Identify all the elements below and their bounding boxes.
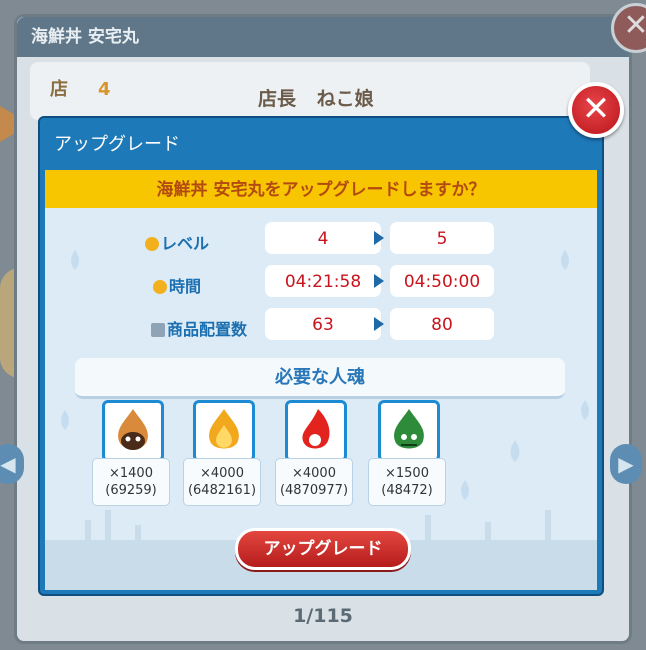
upgrade-button[interactable]: アップグレード [235, 528, 411, 570]
soul-owned-amount: (6482161) [187, 483, 257, 498]
time-label: 時間 [153, 273, 201, 297]
display-count-next-value: 80 [390, 308, 494, 340]
dialog-body: 海鮮丼 安宅丸をアップグレードしますか？ レベル 4 5 時間 04:21:58… [45, 170, 597, 590]
arrow-right-icon [374, 317, 384, 331]
shop-manager: 店長 ねこ娘 [258, 84, 374, 111]
level-current-value: 4 [265, 222, 381, 254]
shop-level-label: 店 [50, 79, 68, 100]
close-icon: ✕ [623, 8, 646, 43]
green-soul-icon [378, 400, 440, 462]
page-indicator: 1/115 [293, 605, 353, 627]
soul-owned-amount: (48472) [381, 483, 433, 498]
shop-level-value: 4 [98, 79, 111, 100]
soul-amount-card: ×1500 (48472) [368, 458, 446, 506]
chevron-left-icon: ◀ [0, 452, 16, 476]
dialog-title: アップグレード [54, 134, 180, 155]
manager-label: 店長 [258, 88, 297, 110]
upgrade-dialog: アップグレード 海鮮丼 安宅丸をアップグレードしますか？ レベル 4 5 時間 … [38, 116, 604, 596]
arrow-right-icon [374, 274, 384, 288]
soul-required-amount: ×1500 [385, 466, 429, 481]
soul-owned-amount: (4870977) [279, 483, 349, 498]
red-soul-icon [285, 400, 347, 462]
required-souls-header: 必要な人魂 [75, 358, 565, 399]
time-current-value: 04:21:58 [265, 265, 381, 297]
next-shop-button[interactable]: ▶ [610, 444, 642, 484]
yellow-soul-icon [193, 400, 255, 462]
shop-title: 海鮮丼 安宅丸 [17, 17, 629, 57]
dialog-close-button[interactable]: ✕ [568, 82, 624, 138]
stack-icon [151, 323, 165, 337]
display-count-current-value: 63 [265, 308, 381, 340]
prev-shop-button[interactable]: ◀ [0, 444, 24, 484]
soul-amount-card: ×4000 (6482161) [183, 458, 261, 506]
level-icon [145, 237, 159, 251]
soul-amount-card: ×1400 (69259) [92, 458, 170, 506]
level-label: レベル [145, 230, 209, 254]
upgrade-question-banner: 海鮮丼 安宅丸をアップグレードしますか？ [45, 170, 597, 208]
soul-owned-amount: (69259) [105, 483, 157, 498]
soul-required-amount: ×1400 [109, 466, 153, 481]
level-next-value: 5 [390, 222, 494, 254]
clock-icon [153, 280, 167, 294]
soul-required-amount: ×4000 [200, 466, 244, 481]
display-count-label: 商品配置数 [151, 316, 247, 340]
arrow-right-icon [374, 231, 384, 245]
shop-level: 店4 [50, 75, 111, 101]
close-icon: ✕ [581, 89, 611, 129]
soul-required-amount: ×4000 [292, 466, 336, 481]
level-label-text: レベル [161, 234, 210, 253]
brown-soul-icon [102, 400, 164, 462]
manager-name: ねこ娘 [316, 88, 374, 110]
time-next-value: 04:50:00 [390, 265, 494, 297]
soul-amount-card: ×4000 (4870977) [275, 458, 353, 506]
time-label-text: 時間 [169, 277, 202, 296]
display-count-label-text: 商品配置数 [167, 320, 248, 339]
chevron-right-icon: ▶ [618, 452, 634, 476]
